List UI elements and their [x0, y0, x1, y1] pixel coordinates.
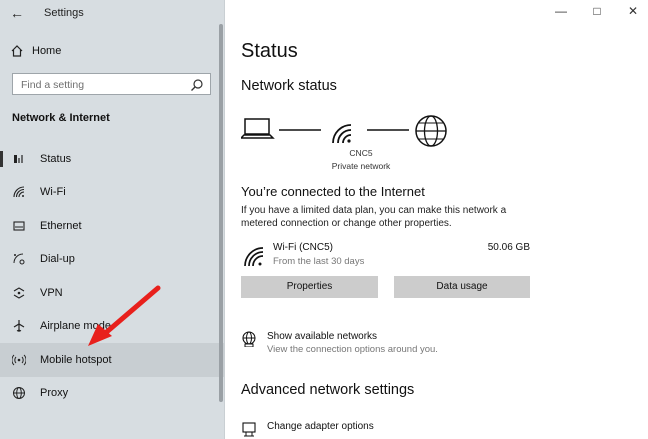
sidebar-item-proxy[interactable]: Proxy	[0, 377, 224, 411]
close-icon[interactable]: ✕	[626, 4, 640, 18]
sidebar-item-label: VPN	[40, 286, 63, 299]
sidebar-item-status[interactable]: Status	[0, 142, 224, 176]
wifi-usage-row: Wi-Fi (CNC5) From the last 30 days 50.06…	[241, 240, 530, 272]
sidebar-item-label: Wi-Fi	[40, 186, 66, 199]
hotspot-icon	[10, 351, 28, 369]
window-controls: — □ ✕	[554, 4, 640, 18]
sidebar-item-label: Status	[40, 152, 72, 165]
sidebar-item-label: Ethernet	[40, 219, 82, 232]
home-icon	[11, 45, 23, 57]
network-status-heading: Network status	[241, 78, 337, 94]
status-icon	[10, 150, 28, 168]
section-title: Network & Internet	[12, 112, 110, 124]
laptop-icon	[241, 118, 275, 139]
properties-button[interactable]: Properties	[241, 276, 378, 298]
show-networks-subtitle: View the connection options around you.	[267, 344, 438, 355]
maximize-icon[interactable]: □	[590, 4, 604, 18]
home-link[interactable]: Home	[10, 44, 61, 58]
wifi-signal-icon	[332, 124, 352, 144]
home-label: Home	[32, 45, 62, 57]
titlebar-left: ← Settings	[0, 0, 224, 26]
change-adapter-title: Change adapter options	[267, 421, 374, 432]
connection-title: You’re connected to the Internet	[241, 184, 425, 199]
wifi-icon	[244, 247, 264, 267]
globe-network-icon	[242, 331, 256, 347]
sidebar-item-dialup[interactable]: Dial-up	[0, 243, 224, 277]
wifi-name: Wi-Fi (CNC5)	[273, 242, 333, 253]
network-type: Private network	[331, 161, 391, 171]
minimize-icon[interactable]: —	[554, 4, 568, 18]
red-arrow-annotation	[88, 285, 161, 346]
dialup-icon	[10, 250, 28, 268]
search-placeholder: Find a setting	[21, 79, 85, 91]
vpn-icon	[10, 284, 28, 302]
search-input[interactable]: Find a setting	[12, 73, 211, 95]
sidebar-item-ethernet[interactable]: Ethernet	[0, 209, 224, 243]
internet-globe-icon	[415, 115, 447, 147]
wifi-period: From the last 30 days	[273, 256, 365, 267]
show-networks-title: Show available networks	[267, 331, 378, 342]
wifi-data-usage: 50.06 GB	[487, 242, 530, 253]
advanced-settings-heading: Advanced network settings	[241, 382, 415, 398]
app-title: Settings	[44, 7, 84, 19]
sidebar-item-label: Proxy	[40, 387, 69, 400]
sidebar-nav: Status Wi-Fi Ethernet Dial-up VPN Airpla…	[0, 142, 224, 410]
sidebar-item-label: Dial-up	[40, 253, 75, 266]
sidebar: ← Settings Home Find a setting Network &…	[0, 0, 225, 439]
ethernet-icon	[10, 217, 28, 235]
sidebar-item-mobile-hotspot[interactable]: Mobile hotspot	[0, 343, 224, 377]
globe-icon	[10, 384, 28, 402]
sidebar-item-label: Mobile hotspot	[40, 353, 112, 366]
back-arrow-icon[interactable]: ←	[10, 5, 24, 21]
sidebar-scrollbar[interactable]	[219, 24, 223, 402]
wifi-icon	[10, 183, 28, 201]
page-title: Status	[241, 40, 298, 62]
search-icon[interactable]	[190, 78, 204, 92]
main-panel: — □ ✕ Status Network status CNC5 Private…	[225, 0, 648, 439]
network-name: CNC5	[349, 148, 373, 158]
adapter-icon	[242, 422, 256, 437]
data-usage-button[interactable]: Data usage	[394, 276, 530, 298]
connection-description: If you have a limited data plan, you can…	[241, 205, 507, 229]
sidebar-item-wifi[interactable]: Wi-Fi	[0, 176, 224, 210]
airplane-icon	[10, 317, 28, 335]
